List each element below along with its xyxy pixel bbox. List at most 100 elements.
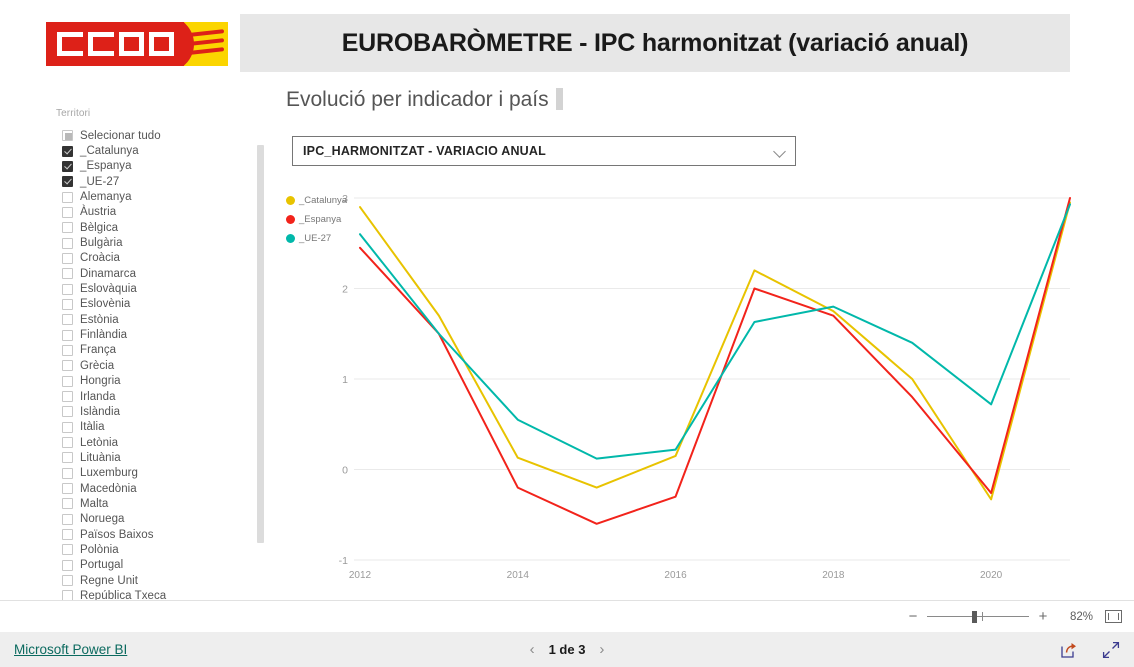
- indicator-dropdown[interactable]: IPC_HARMONITZAT - VARIACIO ANUAL: [292, 136, 796, 166]
- checkbox-icon[interactable]: [62, 145, 73, 157]
- zoom-slider[interactable]: [927, 609, 1029, 625]
- checkbox-icon[interactable]: [62, 513, 73, 525]
- slicer-item[interactable]: Regne Unit: [50, 573, 268, 588]
- checkbox-icon[interactable]: [62, 298, 73, 310]
- slicer-item[interactable]: Luxemburg: [50, 466, 268, 481]
- zoom-toolbar[interactable]: − + 82%: [0, 600, 1134, 632]
- legend-item[interactable]: _Espanya: [286, 211, 366, 227]
- checkbox-icon[interactable]: [62, 252, 73, 264]
- checkbox-icon[interactable]: [62, 283, 73, 295]
- slicer-item[interactable]: Dinamarca: [50, 266, 268, 281]
- fit-to-page-icon[interactable]: [1105, 610, 1122, 623]
- chart-legend[interactable]: _Catalunya _Espanya _UE-27: [286, 192, 366, 249]
- slicer-item[interactable]: Polònia: [50, 542, 268, 557]
- legend-item[interactable]: _UE-27: [286, 230, 366, 246]
- checkbox-icon[interactable]: [62, 268, 73, 280]
- slicer-item[interactable]: Alemanya: [50, 189, 268, 204]
- line-chart[interactable]: _Catalunya _Espanya _UE-27 3 2 1 0 -1 2012 2014 2…: [280, 180, 1080, 590]
- checkbox-icon[interactable]: [62, 529, 73, 541]
- checkbox-icon[interactable]: [62, 329, 73, 341]
- fullscreen-icon[interactable]: [1102, 641, 1120, 659]
- slicer-item[interactable]: Grècia: [50, 358, 268, 373]
- checkbox-icon[interactable]: [62, 130, 73, 142]
- slicer-item[interactable]: Àustria: [50, 205, 268, 220]
- slicer-scrollbar-thumb[interactable]: [257, 145, 264, 543]
- page-navigator[interactable]: ‹ 1 de 3 ›: [530, 642, 605, 657]
- checkbox-icon[interactable]: [62, 467, 73, 479]
- slicer-item[interactable]: Estònia: [50, 312, 268, 327]
- checkbox-icon[interactable]: [62, 191, 73, 203]
- checkbox-icon[interactable]: [62, 391, 73, 403]
- checkbox-icon[interactable]: [62, 483, 73, 495]
- checkbox-icon[interactable]: [62, 176, 73, 188]
- checkbox-icon[interactable]: [62, 575, 73, 587]
- powerbi-report-viewer: EUROBARÒMETRE - IPC harmonitzat (variaci…: [0, 0, 1134, 667]
- zoom-in-button[interactable]: +: [1035, 608, 1051, 625]
- svg-text:2014: 2014: [507, 570, 530, 581]
- slicer-item[interactable]: Països Baixos: [50, 527, 268, 542]
- zoom-out-button[interactable]: −: [905, 608, 921, 625]
- slicer-item-label: Grècia: [80, 359, 115, 372]
- zoom-slider-thumb[interactable]: [972, 610, 977, 623]
- slicer-item[interactable]: _Espanya: [50, 159, 268, 174]
- checkbox-icon[interactable]: [62, 314, 73, 326]
- chart-plot-area: 3210-12012 2014 2016 2018 2020: [339, 193, 1071, 581]
- footer-bar: Microsoft Power BI ‹ 1 de 3 ›: [0, 632, 1134, 667]
- slicer-item[interactable]: Lituània: [50, 450, 268, 465]
- zoom-percent-label: 82%: [1069, 610, 1093, 623]
- checkbox-icon[interactable]: [62, 498, 73, 510]
- slicer-item[interactable]: Itàlia: [50, 420, 268, 435]
- slicer-item-label: Portugal: [80, 559, 124, 572]
- slicer-item-label: Luxemburg: [80, 467, 138, 480]
- checkbox-icon[interactable]: [62, 206, 73, 218]
- checkbox-icon[interactable]: [62, 222, 73, 234]
- indicator-dropdown-value: IPC_HARMONITZAT - VARIACIO ANUAL: [303, 144, 546, 158]
- checkbox-icon[interactable]: [62, 544, 73, 556]
- checkbox-icon[interactable]: [62, 406, 73, 418]
- slicer-item[interactable]: Eslovàquia: [50, 281, 268, 296]
- checkbox-icon[interactable]: [62, 375, 73, 387]
- slicer-item[interactable]: Bèlgica: [50, 220, 268, 235]
- svg-text:1: 1: [342, 374, 348, 386]
- checkbox-icon[interactable]: [62, 421, 73, 433]
- slicer-scrollbar-track[interactable]: [257, 126, 266, 612]
- legend-item[interactable]: _Catalunya: [286, 192, 366, 208]
- checkbox-icon[interactable]: [62, 344, 73, 356]
- slicer-item[interactable]: Macedònia: [50, 481, 268, 496]
- legend-label: _UE-27: [299, 232, 332, 244]
- checkbox-icon[interactable]: [62, 360, 73, 372]
- slicer-item[interactable]: Selecionar tudo: [50, 128, 268, 143]
- slicer-item-list[interactable]: Selecionar tudo _Catalunya _Espanya _UE-27 A…: [50, 128, 268, 604]
- slicer-item[interactable]: _UE-27: [50, 174, 268, 189]
- slicer-item[interactable]: Islàndia: [50, 404, 268, 419]
- checkbox-icon[interactable]: [62, 559, 73, 571]
- checkbox-icon[interactable]: [62, 437, 73, 449]
- next-page-icon[interactable]: ›: [599, 642, 604, 657]
- powerbi-brand-link[interactable]: Microsoft Power BI: [14, 642, 127, 657]
- checkbox-icon[interactable]: [62, 452, 73, 464]
- page-title: EUROBARÒMETRE - IPC harmonitzat (variaci…: [341, 29, 969, 57]
- slicer-item[interactable]: _Catalunya: [50, 143, 268, 158]
- slicer-item[interactable]: França: [50, 343, 268, 358]
- slicer-item-label: _Catalunya: [80, 145, 139, 158]
- slicer-item[interactable]: Irlanda: [50, 389, 268, 404]
- previous-page-icon[interactable]: ‹: [530, 642, 535, 657]
- legend-color-swatch-icon: [286, 195, 295, 205]
- slicer-item[interactable]: Bulgària: [50, 235, 268, 250]
- slicer-item[interactable]: Finlàndia: [50, 327, 268, 342]
- legend-label: _Catalunya: [299, 194, 348, 206]
- territori-slicer[interactable]: Territori Selecionar tudo _Catalunya _Espa…: [50, 108, 268, 604]
- slicer-item[interactable]: Portugal: [50, 558, 268, 573]
- share-icon[interactable]: [1060, 641, 1078, 659]
- slicer-item[interactable]: Noruega: [50, 512, 268, 527]
- slicer-item-label: _Espanya: [80, 160, 132, 173]
- slicer-item[interactable]: Malta: [50, 496, 268, 511]
- slicer-item[interactable]: Letònia: [50, 435, 268, 450]
- slicer-item[interactable]: Eslovènia: [50, 297, 268, 312]
- checkbox-icon[interactable]: [62, 237, 73, 249]
- slicer-item-label: Croàcia: [80, 252, 120, 265]
- slicer-item-label: Selecionar tudo: [80, 129, 161, 142]
- slicer-item[interactable]: Croàcia: [50, 251, 268, 266]
- checkbox-icon[interactable]: [62, 160, 73, 172]
- slicer-item[interactable]: Hongria: [50, 374, 268, 389]
